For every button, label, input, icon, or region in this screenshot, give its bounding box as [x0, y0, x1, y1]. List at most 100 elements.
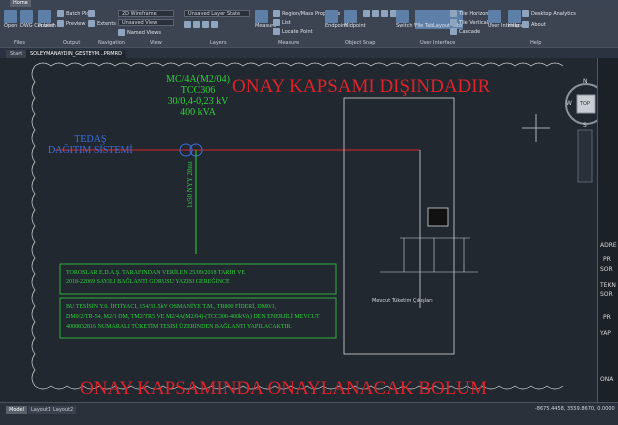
drawing-canvas[interactable]: ONAY KAPSAMI DIŞINDADIR ONAY KAPSAMINDA …	[0, 58, 600, 402]
open-button[interactable]: Open	[4, 10, 19, 29]
tab-home[interactable]: Home	[10, 0, 31, 7]
info-box-1-line-1: TOROSLAR E.D.A.Ş. TARAFINDAN VERİLEN 25/…	[66, 270, 246, 276]
layout-tabs-icon	[433, 10, 446, 23]
tab-drawing[interactable]: SOLEYMANAYDIN_GESTEYM...PRMRD	[26, 50, 126, 58]
object-snap-group-label: Object Snap	[345, 40, 376, 46]
endpoint-icon	[325, 10, 338, 23]
help-button[interactable]: Help	[508, 10, 523, 29]
layer-tools[interactable]	[184, 21, 220, 28]
extents-button[interactable]: Extents	[88, 20, 116, 27]
tab-model[interactable]: Model	[6, 406, 28, 414]
title-block-label-7: YAP	[600, 330, 611, 337]
nav-bar	[577, 129, 593, 183]
title-block-label-4: TEKN	[600, 282, 616, 289]
named-views-button[interactable]: Named Views	[118, 29, 161, 36]
tedas-label: TEDAŞ DAĞITIM SİSTEMİ	[48, 134, 133, 156]
ribbon-tabs: Home	[0, 0, 618, 7]
locate-point-button[interactable]: Locate Point	[273, 28, 313, 35]
files-group-label: Files	[14, 40, 25, 46]
user-interface-group-label: User Interface	[420, 40, 456, 46]
layer-off-icon	[193, 21, 200, 28]
printer-icon	[38, 10, 51, 23]
midpoint-icon	[344, 10, 357, 23]
info-box-2-line-1: BU TESİSİN Y.0. İHTİYACI, 154/31.5kV OSM…	[66, 304, 277, 310]
desktop-analytics-button[interactable]: Desktop Analytics	[522, 10, 576, 17]
info-box-2-line-2: DM0/2/TR-54, M2/1 DM, TM2/TR5 VE M2/4A(M…	[66, 314, 320, 320]
info-box-2-line-3: 4008832816 NUMARALI TÜKETİM TESİSİ ÜZERİ…	[66, 324, 293, 330]
named-views-icon	[118, 29, 125, 36]
zoom-extents-icon	[88, 20, 95, 27]
analytics-icon	[522, 10, 529, 17]
viewcube-top-label[interactable]: TOP	[580, 101, 590, 107]
measure-group-label: Measure	[278, 40, 300, 46]
preview-icon	[57, 20, 64, 27]
switch-windows-icon	[396, 10, 409, 23]
revision-cloud	[31, 62, 564, 387]
transformer-line-4: 400 kVA	[180, 107, 216, 118]
layer-lock-icon	[211, 21, 218, 28]
tedas-line-2: DAĞITIM SİSTEMİ	[48, 145, 133, 156]
tab-layout2[interactable]: Layout2	[50, 406, 77, 414]
transformer-label: MC/4A(M2/04) TCC306 30/0,4-0,23 kV 400 k…	[155, 74, 241, 118]
output-group-label: Output	[63, 40, 81, 46]
coordinate-readout: -8675.4458, 3559.8670, 0.0000	[535, 406, 615, 412]
layer-icon	[184, 21, 191, 28]
viewcube-w[interactable]: W	[566, 100, 572, 107]
meter-box	[427, 207, 449, 227]
transformer-line-3: 30/0,4-0,23 kV	[167, 96, 229, 107]
title-block-label-6: PR	[603, 314, 611, 321]
publish-button[interactable]: Publish	[38, 10, 56, 29]
status-bar: Model Layout1 Layout2 -8675.4458, 3559.8…	[0, 402, 618, 425]
about-button[interactable]: About	[522, 21, 546, 28]
convert-icon	[20, 10, 33, 23]
transformer-line-1: MC/4A(M2/04)	[166, 74, 230, 85]
list-icon	[273, 19, 280, 26]
snap-tools[interactable]	[363, 10, 399, 17]
info-box-2-text: BU TESİSİN Y.0. İHTİYACI, 154/31.5kV OSM…	[66, 302, 320, 332]
drawing-svg	[31, 62, 600, 390]
help-icon	[508, 10, 521, 23]
layer-freeze-icon	[202, 21, 209, 28]
pan-icon	[88, 10, 95, 17]
view-group-label: View	[150, 40, 162, 46]
navigation-group-label: Navigation	[98, 40, 125, 46]
batch-plot-icon	[57, 10, 64, 17]
title-block-label-5: SOR	[600, 291, 613, 298]
batch-plot-button[interactable]: Batch Plot	[57, 10, 91, 17]
tile-horizontal-icon	[450, 10, 457, 17]
viewcube-s[interactable]: S	[583, 122, 587, 129]
info-icon	[522, 21, 529, 28]
ribbon: Open DWG Convert Publish Batch Plot Prev…	[0, 7, 618, 47]
viewcube-n[interactable]: N	[583, 78, 588, 85]
tile-vertically-button[interactable]: Tile Vertically	[450, 19, 492, 26]
locate-point-icon	[273, 28, 280, 35]
pan-button[interactable]	[88, 10, 97, 17]
saved-view-dropdown[interactable]: Unsaved View	[118, 19, 174, 26]
visual-style-dropdown[interactable]: 2D Wireframe	[118, 10, 174, 17]
title-block-label-1: ADRE	[600, 242, 617, 249]
snap-icon	[363, 10, 370, 17]
cascade-button[interactable]: Cascade	[450, 28, 480, 35]
title-block-label-8: ONA	[600, 376, 614, 383]
onay-bottom-label: ONAY KAPSAMINDA ONAYLANACAK BOLUM	[80, 378, 487, 399]
tedas-line-1: TEDAŞ	[74, 134, 107, 145]
cascade-icon	[450, 28, 457, 35]
tile-vertical-icon	[450, 19, 457, 26]
tab-start[interactable]: Start	[6, 50, 27, 58]
title-block-strip: ADRE PR SOR TEKN SOR PR YAP ONA	[597, 58, 618, 402]
cable-label: 1x50 NYY 20mt	[186, 161, 194, 208]
panel-label: Mevcut Tüketim Çıkışları	[372, 298, 433, 304]
transformer-line-2: TCC306	[180, 85, 216, 96]
folder-icon	[4, 10, 17, 23]
region-mass-icon	[273, 10, 280, 17]
file-tabs-icon	[415, 10, 428, 23]
title-block-label-3: SOR	[600, 266, 613, 273]
layers-group-label: Layers	[210, 40, 227, 46]
info-box-1-text: TOROSLAR E.D.A.Ş. TARAFINDAN VERİLEN 25/…	[66, 269, 245, 287]
snap-icon	[381, 10, 388, 17]
list-button[interactable]: List	[273, 19, 291, 26]
layer-state-dropdown[interactable]: Unsaved Layer State	[184, 10, 250, 17]
preview-button[interactable]: Preview	[57, 20, 85, 27]
snap-icon	[372, 10, 379, 17]
help-group-label: Help	[530, 40, 542, 46]
